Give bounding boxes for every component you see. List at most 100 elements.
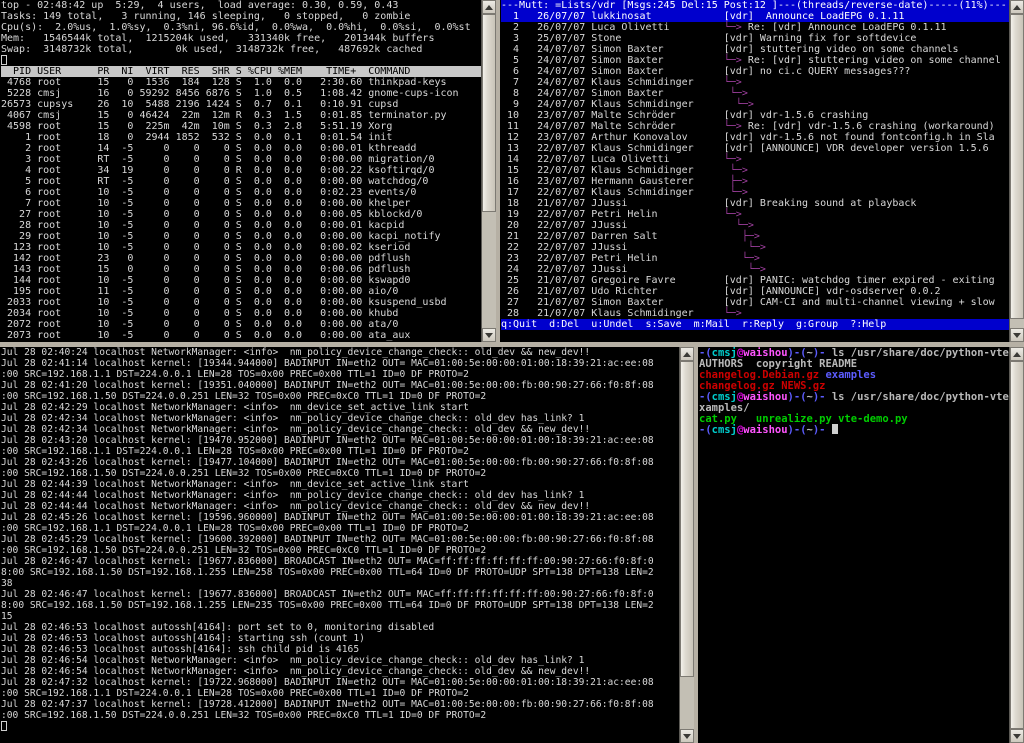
mutt-message-row[interactable]: 7 24/07/07 Klaus Schmidinger └─> (501, 77, 1009, 88)
top-process-row: 2033 root 10 -5 0 0 0 S 0.0 0.0 0:00.00 … (1, 297, 447, 308)
mutt-index-date-sender: 10 23/07/07 Malte Schröder (501, 110, 724, 121)
mutt-message-row[interactable]: 15 22/07/07 Klaus Schmidinger └─> (501, 165, 1009, 176)
mutt-message-row[interactable]: 9 24/07/07 Klaus Schmidinger └─> (501, 99, 1009, 110)
scrollbar-up-button-top[interactable] (482, 0, 496, 14)
syslog-line: Jul 28 02:46:53 localhost autossh[4164]:… (1, 622, 435, 633)
top-process-row: 4067 cmsj 15 0 46424 22m 12m R 0.3 1.5 0… (1, 110, 447, 121)
mutt-message-row[interactable]: 4 24/07/07 Simon Baxter [vdr] stuttering… (501, 44, 1009, 55)
scrollbar-track-top[interactable] (482, 14, 496, 328)
mutt-message-row[interactable]: 26 21/07/07 Udo Richter [vdr] [ANNOUNCE]… (501, 286, 1009, 297)
mutt-index-date-sender: 16 23/07/07 Hermann Gausterer (501, 176, 724, 187)
scrollbar-thumb-mutt[interactable] (1010, 14, 1024, 319)
mutt-message-row[interactable]: 19 22/07/07 Petri Helin └─> (501, 209, 1009, 220)
scrollbar-shell-panel[interactable] (1009, 347, 1024, 743)
scrollbar-track-log[interactable] (680, 361, 694, 729)
mutt-message-row[interactable]: 10 23/07/07 Malte Schröder [vdr] vdr-1.5… (501, 110, 1009, 121)
mutt-message-row[interactable]: 3 25/07/07 Stone [vdr] Warning fix for s… (501, 33, 1009, 44)
mutt-message-row[interactable]: 2 26/07/07 Luca Olivetti └─> Re: [vdr] A… (501, 22, 1009, 33)
mutt-message-row[interactable]: 22 22/07/07 JJussi └─> (501, 242, 1009, 253)
mutt-index-date-sender: 25 21/07/07 Gregoire Favre (501, 275, 724, 286)
scrollbar-track-shell[interactable] (1010, 361, 1024, 729)
scrollbar-top-panel[interactable] (481, 0, 496, 342)
mutt-message-row[interactable]: 14 22/07/07 Luca Olivetti └─> (501, 154, 1009, 165)
prompt-tail-icon: )- (812, 424, 832, 436)
scrollbar-down-button-top[interactable] (482, 328, 496, 342)
top-process-row: 144 root 10 -5 0 0 0 S 0.0 0.0 0:00.00 k… (1, 275, 411, 286)
mutt-message-row[interactable]: 18 21/07/07 JJussi [vdr] Breaking sound … (501, 198, 1009, 209)
scrollbar-thumb-shell[interactable] (1010, 361, 1024, 729)
syslog-line: :00 SRC=192.168.1.1 DST=224.0.0.1 LEN=28… (1, 446, 469, 457)
mutt-terminal-text: ---Mutt: =Lists/vdr [Msgs:245 Del:15 Pos… (500, 0, 1009, 342)
scrollbar-down-button-shell[interactable] (1010, 729, 1024, 743)
triangle-up-icon (683, 351, 691, 357)
mutt-message-row[interactable]: 25 21/07/07 Gregoire Favre [vdr] PANIC: … (501, 275, 1009, 286)
mutt-message-row[interactable]: 21 22/07/07 Darren Salt ├─> (501, 231, 1009, 242)
mutt-subject: Re: [vdr] stuttering video on some chann… (747, 55, 1001, 66)
triangle-up-icon (1013, 351, 1021, 357)
mutt-message-row[interactable]: 5 24/07/07 Simon Baxter └─> Re: [vdr] st… (501, 55, 1009, 66)
mutt-index-date-sender: 26 21/07/07 Udo Richter (501, 286, 724, 297)
top-header-line-4: Swap: 3148732k total, 0k used, 3148732k … (1, 44, 423, 55)
mutt-message-row[interactable]: 20 22/07/07 JJussi └─> (501, 220, 1009, 231)
scrollbar-up-button-log[interactable] (680, 347, 694, 361)
scrollbar-up-button-mutt[interactable] (1010, 0, 1024, 14)
scrollbar-up-button-shell[interactable] (1010, 347, 1024, 361)
top-process-row: 195 root 11 -5 0 0 0 S 0.0 0.0 0:00.00 a… (1, 286, 399, 297)
top-process-row: 4598 root 15 0 225m 42m 10m S 0.3 2.8 5:… (1, 121, 393, 132)
mutt-thread-marker: └─> (723, 165, 748, 176)
triangle-down-icon (1013, 332, 1021, 338)
top-process-row: 4768 root 15 0 1536 184 128 S 1.0 0.0 2:… (1, 77, 447, 88)
pane-mutt-mail[interactable]: ---Mutt: =Lists/vdr [Msgs:245 Del:15 Pos… (500, 0, 1024, 342)
syslog-line: 8:00 SRC=192.168.1.50 DST=192.168.1.255 … (1, 567, 654, 578)
mutt-message-row[interactable]: 6 24/07/07 Simon Baxter [vdr] no ci.c QU… (501, 66, 1009, 77)
scrollbar-down-button-log[interactable] (680, 729, 694, 743)
mutt-subject: [vdr] Warning fix for softdevice (723, 33, 917, 44)
mutt-index-date-sender: 4 24/07/07 Simon Baxter (501, 44, 724, 55)
shell-terminal-text: -(cmsj@waishou)-(~)- ls /usr/share/doc/p… (698, 347, 1009, 743)
mutt-subject: [vdr] stuttering video on some channels (723, 44, 959, 55)
mutt-message-row[interactable]: 17 22/07/07 Klaus Schmidinger └─> (501, 187, 1009, 198)
mutt-thread-marker: └─> (723, 88, 748, 99)
mutt-message-row[interactable]: 13 22/07/07 Klaus Schmidinger [vdr] [ANN… (501, 143, 1009, 154)
mutt-subject: [vdr] Breaking sound at playback (723, 198, 917, 209)
mutt-index-date-sender: 5 24/07/07 Simon Baxter (501, 55, 724, 66)
shell-file-entry: vte-demo.py (838, 413, 908, 425)
scrollbar-track-mutt[interactable] (1010, 14, 1024, 328)
mutt-thread-marker: └─> (723, 308, 748, 319)
mutt-index-date-sender: 19 22/07/07 Petri Helin (501, 209, 724, 220)
shell-prompt-line-active[interactable]: -(cmsj@waishou)-(~)- (699, 424, 1009, 436)
top-process-row: 2072 root 10 -5 0 0 0 S 0.0 0.0 0:00.00 … (1, 319, 399, 330)
mutt-message-row[interactable]: 1 26/07/07 lukkinosat [vdr] Announce Loa… (501, 11, 1009, 22)
mutt-index-date-sender: 23 22/07/07 Petri Helin (501, 253, 724, 264)
mutt-message-row[interactable]: 8 24/07/07 Simon Baxter └─> (501, 88, 1009, 99)
triangle-down-icon (1013, 733, 1021, 739)
mutt-subject: [vdr] vdr-1.5.6 crashing (723, 110, 869, 121)
scrollbar-thumb-top[interactable] (482, 14, 496, 212)
syslog-line: :00 SRC=192.168.1.50 DST=224.0.0.251 LEN… (1, 545, 487, 556)
mutt-index-date-sender: 9 24/07/07 Klaus Schmidinger (501, 99, 724, 110)
top-terminal-text: top - 02:48:42 up 5:29, 4 users, load av… (0, 0, 481, 342)
mutt-message-row[interactable]: 24 22/07/07 JJussi └─> (501, 264, 1009, 275)
shell-output-row: changelog.gz NEWS.gz (699, 380, 1009, 392)
pane-top-process-monitor[interactable]: top - 02:48:42 up 5:29, 4 users, load av… (0, 0, 496, 342)
mutt-message-row[interactable]: 23 22/07/07 Petri Helin └─> (501, 253, 1009, 264)
mutt-index-date-sender: 17 22/07/07 Klaus Schmidinger (501, 187, 724, 198)
scrollbar-down-button-mutt[interactable] (1010, 328, 1024, 342)
mutt-index-date-sender: 3 25/07/07 Stone (501, 33, 724, 44)
pane-shell[interactable]: -(cmsj@waishou)-(~)- ls /usr/share/doc/p… (698, 347, 1024, 743)
scrollbar-log-panel[interactable] (679, 347, 694, 743)
mutt-message-row[interactable]: 27 21/07/07 Simon Baxter [vdr] CAM-CI an… (501, 297, 1009, 308)
mutt-thread-marker: └─> (723, 99, 754, 110)
mutt-message-row[interactable]: 11 24/07/07 Malte Schröder └─> Re: [vdr]… (501, 121, 1009, 132)
scrollbar-thumb-log[interactable] (680, 361, 694, 678)
mutt-thread-marker: └─> (723, 264, 766, 275)
syslog-line: Jul 28 02:44:44 localhost NetworkManager… (1, 501, 591, 512)
top-cursor-line (1, 55, 481, 66)
pane-syslog[interactable]: Jul 28 02:40:24 localhost NetworkManager… (0, 347, 694, 743)
scrollbar-mutt-panel[interactable] (1009, 0, 1024, 342)
cursor-icon (831, 424, 838, 434)
mutt-message-row[interactable]: 16 23/07/07 Hermann Gausterer ├─> (501, 176, 1009, 187)
mutt-message-row[interactable]: 28 21/07/07 Klaus Schmidinger └─> (501, 308, 1009, 319)
mutt-message-row[interactable]: 12 23/07/07 Arthur Konovalov [vdr] vdr-1… (501, 132, 1009, 143)
mutt-status-bar: ---Mutt: =Lists/vdr [Msgs:245 Del:15 Pos… (501, 0, 1009, 11)
